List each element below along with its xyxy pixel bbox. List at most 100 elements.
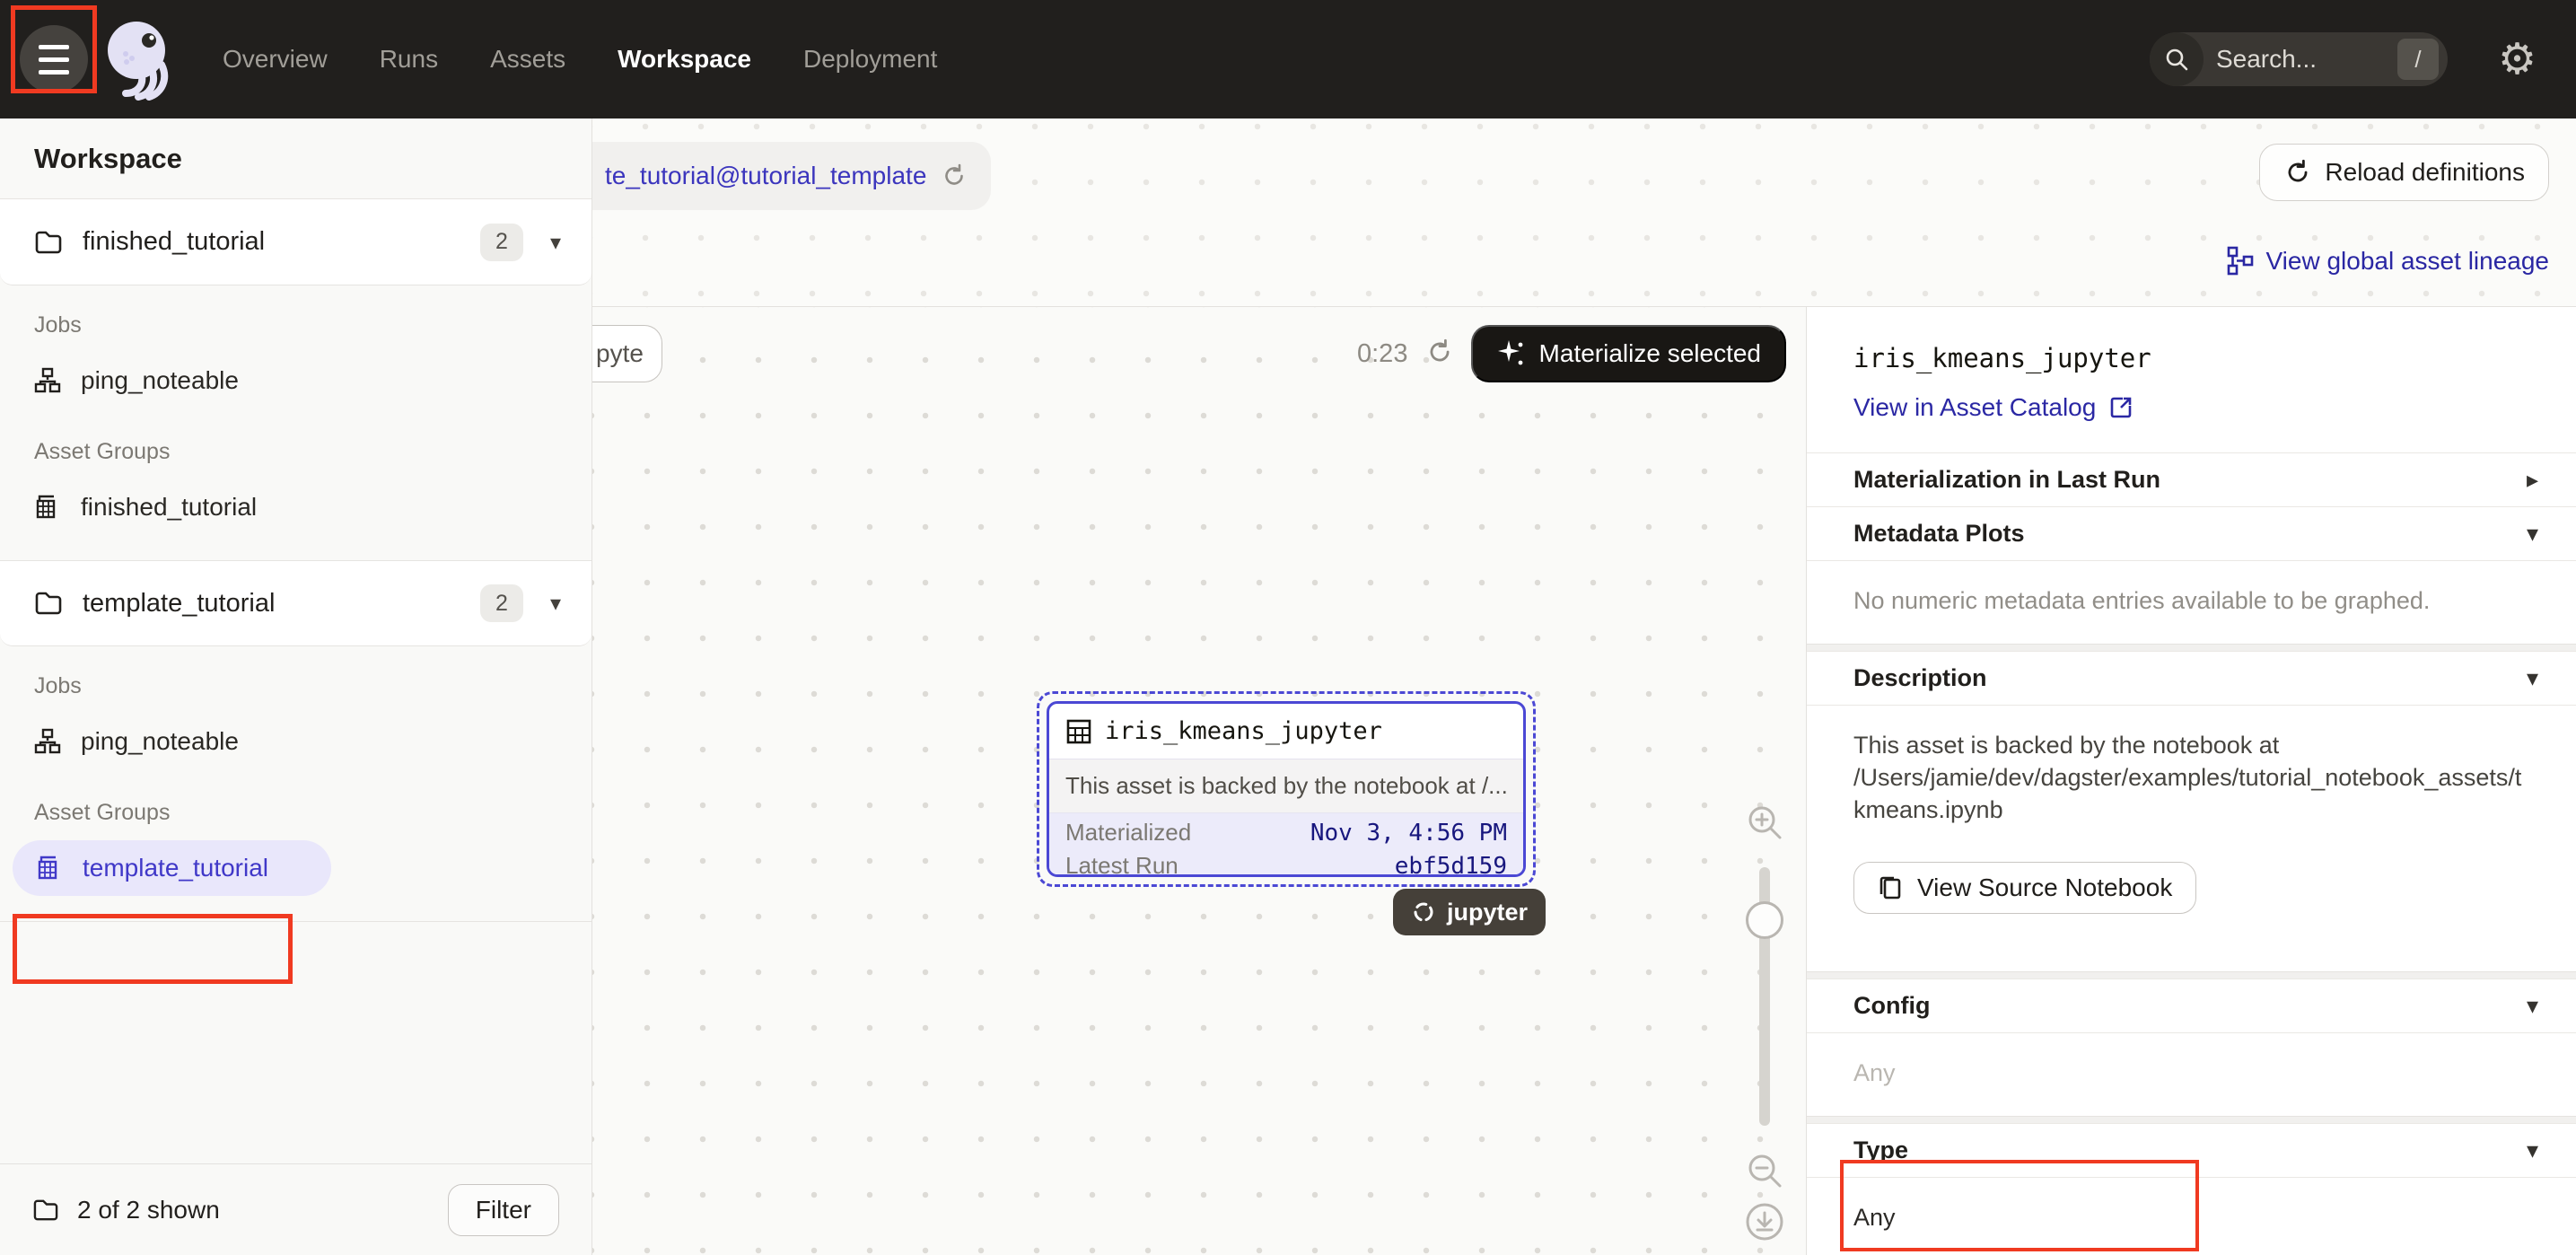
- section-metadata-plots[interactable]: Metadata Plots ▾: [1807, 506, 2576, 560]
- asset-groups-section-label: Asset Groups: [0, 439, 591, 465]
- section-label: Description: [1853, 664, 1987, 692]
- description-text: This asset is backed by the notebook at …: [1853, 729, 2527, 826]
- repo-name: template_tutorial: [83, 589, 275, 619]
- reload-definitions-button[interactable]: Reload definitions: [2259, 144, 2549, 201]
- section-label: Metadata Plots: [1853, 520, 2025, 548]
- chevron-down-icon[interactable]: ▾: [2527, 1137, 2538, 1164]
- chevron-down-icon[interactable]: ▾: [550, 591, 561, 616]
- section-materialization-last-run[interactable]: Materialization in Last Run ▸: [1807, 452, 2576, 506]
- breadcrumb[interactable]: te_tutorial@tutorial_template: [592, 142, 991, 210]
- sidebar-item-job-ping-noteable-2[interactable]: ping_noteable: [0, 714, 591, 769]
- refresh-icon[interactable]: [941, 162, 968, 189]
- latest-run-value[interactable]: ebf5d159: [1395, 853, 1507, 878]
- refresh-icon[interactable]: [1425, 338, 1454, 366]
- zoom-controls: [1744, 797, 1785, 1248]
- sidebar-item-label: ping_noteable: [81, 366, 239, 395]
- sidebar-item-group-template-tutorial[interactable]: template_tutorial: [0, 840, 591, 896]
- jobs-section-label: Jobs: [0, 673, 591, 699]
- zoom-out-icon[interactable]: [1745, 1151, 1784, 1190]
- filter-button[interactable]: Filter: [448, 1184, 559, 1236]
- dagster-logo: [102, 18, 176, 101]
- nav-item-deployment[interactable]: Deployment: [803, 45, 937, 74]
- asset-detail-panel: iris_kmeans_jupyter View in Asset Catalo…: [1806, 307, 2576, 1255]
- download-icon[interactable]: [1744, 1201, 1785, 1242]
- table-icon: [1065, 718, 1092, 745]
- section-type[interactable]: Type ▾: [1807, 1123, 2576, 1177]
- repo-contents: Jobs ping_noteable Asset Groups template…: [0, 646, 591, 922]
- search-icon: [2150, 32, 2204, 86]
- zoom-slider-thumb[interactable]: [1746, 901, 1783, 939]
- catalog-link-label: View in Asset Catalog: [1853, 393, 2096, 422]
- nav-item-workspace[interactable]: Workspace: [618, 45, 751, 74]
- compute-kind-icon: [1411, 900, 1436, 925]
- section-divider: [1807, 644, 2576, 651]
- breadcrumb-label: te_tutorial@tutorial_template: [605, 162, 926, 190]
- folder-icon: [32, 1198, 59, 1222]
- panel-asset-title: iris_kmeans_jupyter: [1853, 343, 2529, 373]
- sidebar-title: Workspace: [0, 118, 591, 199]
- sidebar-footer: 2 of 2 shown Filter: [0, 1163, 591, 1255]
- section-description[interactable]: Description ▾: [1807, 651, 2576, 705]
- asset-group-icon: [36, 855, 63, 882]
- repo-name: finished_tutorial: [83, 227, 265, 257]
- jupyter-tag-label: jupyter: [1447, 899, 1528, 926]
- materialized-value[interactable]: Nov 3, 4:56 PM: [1310, 820, 1507, 847]
- dagster-app: Overview Runs Assets Workspace Deploymen…: [0, 0, 2576, 1255]
- lineage-icon: [2227, 246, 2254, 276]
- sidebar-item-job-ping-noteable[interactable]: ping_noteable: [0, 353, 591, 408]
- main-nav: Overview Runs Assets Workspace Deploymen…: [223, 45, 937, 74]
- view-source-notebook-button[interactable]: View Source Notebook: [1853, 862, 2196, 914]
- asset-node-iris-kmeans-jupyter[interactable]: iris_kmeans_jupyter This asset is backed…: [1037, 691, 1536, 887]
- reload-definitions-label: Reload definitions: [2325, 158, 2525, 187]
- asset-node-name: iris_kmeans_jupyter: [1105, 717, 1382, 745]
- repo-row-template-tutorial[interactable]: template_tutorial 2 ▾: [0, 560, 591, 646]
- asset-groups-section-label: Asset Groups: [0, 800, 591, 826]
- zoom-slider[interactable]: [1759, 867, 1770, 1126]
- repo-row-finished-tutorial[interactable]: finished_tutorial 2 ▾: [0, 199, 591, 285]
- section-divider: [1807, 971, 2576, 979]
- view-source-notebook-label: View Source Notebook: [1917, 873, 2172, 902]
- search-input[interactable]: [2204, 45, 2397, 74]
- sidebar-item-label: ping_noteable: [81, 727, 239, 756]
- job-graph-icon: [34, 728, 61, 755]
- type-value: Any: [1807, 1177, 2576, 1255]
- chevron-down-icon[interactable]: ▾: [2527, 521, 2538, 548]
- section-divider: [1807, 1116, 2576, 1123]
- chevron-right-icon[interactable]: ▸: [2527, 467, 2538, 494]
- folder-icon: [34, 591, 63, 616]
- latest-run-label: Latest Run: [1065, 852, 1178, 877]
- sidebar-item-group-finished-tutorial[interactable]: finished_tutorial: [0, 479, 591, 535]
- sidebar-item-label: template_tutorial: [83, 854, 268, 882]
- nav-item-assets[interactable]: Assets: [490, 45, 565, 74]
- global-search[interactable]: /: [2150, 32, 2448, 86]
- graph-query-input[interactable]: [596, 339, 659, 368]
- shown-count-label: 2 of 2 shown: [77, 1196, 220, 1224]
- chevron-down-icon[interactable]: ▾: [550, 230, 561, 255]
- materialized-label: Materialized: [1065, 819, 1191, 847]
- zoom-in-icon[interactable]: [1745, 803, 1784, 842]
- view-global-asset-lineage-link[interactable]: View global asset lineage: [2227, 246, 2549, 276]
- chevron-down-icon[interactable]: ▾: [2527, 993, 2538, 1020]
- hamburger-menu-button[interactable]: [20, 25, 88, 93]
- materialize-selected-button[interactable]: Materialize selected: [1471, 325, 1786, 382]
- lineage-link-label: View global asset lineage: [2266, 247, 2549, 276]
- sparkle-icon: [1496, 338, 1527, 369]
- refresh-timer: 0:23: [1357, 339, 1407, 369]
- asset-node-stats: Materialized Nov 3, 4:56 PM Latest Run e…: [1049, 813, 1523, 877]
- nav-item-overview[interactable]: Overview: [223, 45, 328, 74]
- nav-item-runs[interactable]: Runs: [380, 45, 438, 74]
- settings-gear-icon[interactable]: ⚙: [2498, 38, 2537, 81]
- section-label: Materialization in Last Run: [1853, 466, 2160, 494]
- view-in-asset-catalog-link[interactable]: View in Asset Catalog: [1853, 393, 2529, 422]
- chevron-down-icon[interactable]: ▾: [2527, 665, 2538, 692]
- page-header: te_tutorial@tutorial_template Reload def…: [592, 118, 2576, 307]
- folder-icon: [34, 230, 63, 255]
- section-config[interactable]: Config ▾: [1807, 979, 2576, 1032]
- asset-graph-canvas[interactable]: 0:23 Materialize selected iris_kmeans_ju…: [592, 307, 1806, 1255]
- asset-group-icon: [34, 494, 61, 521]
- section-label: Config: [1853, 992, 1930, 1020]
- jupyter-tag[interactable]: jupyter: [1393, 889, 1546, 935]
- graph-query-input-chip[interactable]: [592, 325, 662, 382]
- repo-count-badge: 2: [480, 584, 523, 622]
- materialize-selected-label: Materialize selected: [1539, 339, 1761, 368]
